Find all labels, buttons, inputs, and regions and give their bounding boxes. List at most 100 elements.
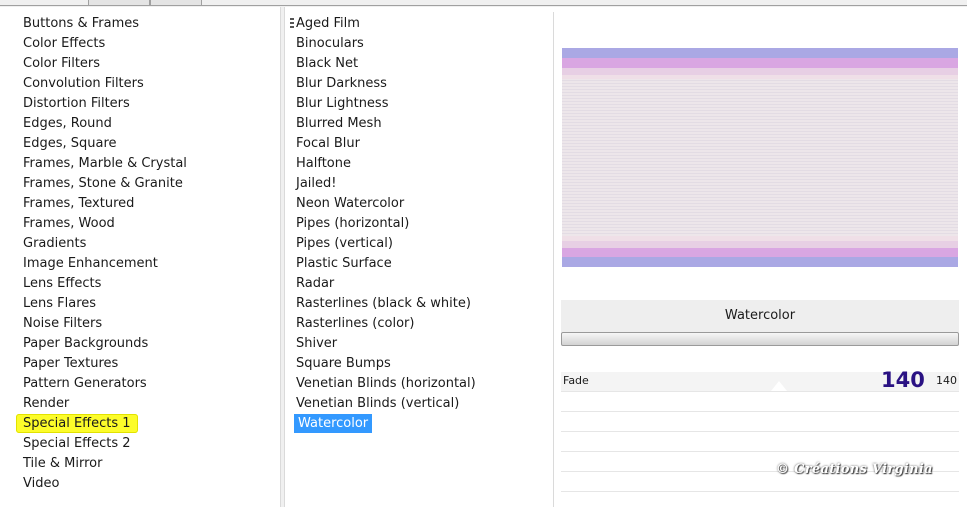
parameter-value: 140: [881, 368, 925, 392]
category-item-label: Frames, Marble & Crystal: [23, 156, 187, 171]
category-item-label: Special Effects 2: [23, 436, 131, 451]
panel-divider: [553, 12, 554, 507]
category-item[interactable]: Special Effects 2: [23, 434, 189, 454]
effect-item[interactable]: Jailed!: [296, 174, 478, 194]
category-item[interactable]: Color Effects: [23, 34, 189, 54]
parameter-row-empty: [561, 432, 959, 452]
effect-item[interactable]: Blurred Mesh: [296, 114, 478, 134]
effect-item[interactable]: Pipes (vertical): [296, 234, 478, 254]
filter-slider-track[interactable]: [561, 332, 959, 346]
effect-item-label: Venetian Blinds (horizontal): [296, 376, 476, 391]
category-item[interactable]: Convolution Filters: [23, 74, 189, 94]
category-item-label: Noise Filters: [23, 316, 103, 331]
parameter-value-small: 140: [936, 374, 957, 387]
parameter-row-fade[interactable]: Fade 140 140: [561, 368, 959, 392]
category-item[interactable]: Frames, Stone & Granite: [23, 174, 189, 194]
effect-item[interactable]: Blur Lightness: [296, 94, 478, 114]
category-item-label: Convolution Filters: [23, 76, 144, 91]
slider-pointer-icon[interactable]: [771, 381, 787, 391]
category-item-label: Distortion Filters: [23, 96, 130, 111]
category-list: Buttons & Frames Color Effects Color Filte…: [16, 14, 189, 494]
category-item-label: Video: [23, 476, 60, 491]
category-item-label: Tile & Mirror: [23, 456, 103, 471]
category-item[interactable]: Frames, Textured: [23, 194, 189, 214]
effect-item[interactable]: Shiver: [296, 334, 478, 354]
category-item[interactable]: Gradients: [23, 234, 189, 254]
category-item[interactable]: Frames, Marble & Crystal: [23, 154, 189, 174]
effect-item[interactable]: Aged Film: [296, 14, 478, 34]
effect-item[interactable]: Rasterlines (color): [296, 314, 478, 334]
category-item[interactable]: Paper Textures: [23, 354, 189, 374]
category-item[interactable]: Tile & Mirror: [23, 454, 189, 474]
category-item[interactable]: Lens Flares: [23, 294, 189, 314]
filter-title-bar: Watercolor: [561, 300, 959, 332]
effect-item[interactable]: Radar: [296, 274, 478, 294]
effect-preview: [562, 48, 958, 267]
category-item-label: Frames, Wood: [23, 216, 115, 231]
effect-item[interactable]: Binoculars: [296, 34, 478, 54]
effect-item-label: Halftone: [296, 156, 351, 171]
effect-item[interactable]: Rasterlines (black & white): [296, 294, 478, 314]
effect-item[interactable]: Venetian Blinds (horizontal): [296, 374, 478, 394]
effect-item-label: Focal Blur: [296, 136, 360, 151]
category-item[interactable]: Render: [23, 394, 189, 414]
effect-list: Aged Film Binoculars Black Net Blur Darknes…: [294, 14, 478, 434]
category-item-label: Frames, Stone & Granite: [23, 176, 183, 191]
category-item[interactable]: Video: [23, 474, 189, 494]
scroll-grip-icon[interactable]: [290, 18, 294, 30]
category-item-label: Image Enhancement: [23, 256, 158, 271]
watermark: © Créations Virginia: [776, 462, 933, 477]
category-item[interactable]: Lens Effects: [23, 274, 189, 294]
effect-item[interactable]: Neon Watercolor: [296, 194, 478, 214]
category-item[interactable]: Special Effects 1: [16, 414, 189, 434]
tab-strip: [0, 0, 967, 7]
effect-item-label: Neon Watercolor: [296, 196, 405, 211]
tab-divider: [0, 5, 967, 6]
category-item-label: Buttons & Frames: [23, 16, 139, 31]
category-item-label: Lens Effects: [23, 276, 102, 291]
category-item[interactable]: Pattern Generators: [23, 374, 189, 394]
category-item-label: Pattern Generators: [23, 376, 147, 391]
category-item[interactable]: Frames, Wood: [23, 214, 189, 234]
effect-item[interactable]: Pipes (horizontal): [296, 214, 478, 234]
effect-item-label: Jailed!: [296, 176, 337, 191]
category-item[interactable]: Noise Filters: [23, 314, 189, 334]
category-item[interactable]: Distortion Filters: [23, 94, 189, 114]
category-item[interactable]: Image Enhancement: [23, 254, 189, 274]
effect-item-label: Plastic Surface: [296, 256, 392, 271]
category-item-label: Paper Textures: [23, 356, 119, 371]
effect-item[interactable]: Plastic Surface: [296, 254, 478, 274]
effect-item-label: Shiver: [296, 336, 338, 351]
parameter-name: Fade: [563, 374, 589, 387]
effect-item-label: Watercolor: [294, 414, 373, 433]
effect-item[interactable]: Venetian Blinds (vertical): [296, 394, 478, 414]
effect-item-label: Blur Lightness: [296, 96, 389, 111]
effect-item[interactable]: Focal Blur: [296, 134, 478, 154]
category-item[interactable]: Edges, Round: [23, 114, 189, 134]
effect-item[interactable]: Blur Darkness: [296, 74, 478, 94]
category-item[interactable]: Color Filters: [23, 54, 189, 74]
category-item-label: Color Filters: [23, 56, 101, 71]
effect-item-label: Binoculars: [296, 36, 364, 51]
effect-item[interactable]: Watercolor: [294, 414, 478, 434]
preview-image: [562, 48, 958, 267]
category-list-panel: Buttons & Frames Color Effects Color Filte…: [0, 7, 280, 507]
category-item-label: Render: [23, 396, 70, 411]
effect-item[interactable]: Halftone: [296, 154, 478, 174]
effect-item[interactable]: Square Bumps: [296, 354, 478, 374]
effect-item-label: Radar: [296, 276, 335, 291]
category-item-label: Edges, Round: [23, 116, 112, 131]
effect-list-panel: Aged Film Binoculars Black Net Blur Darknes…: [285, 7, 553, 507]
category-item-label: Gradients: [23, 236, 87, 251]
category-item-label: Frames, Textured: [23, 196, 135, 211]
category-item[interactable]: Buttons & Frames: [23, 14, 189, 34]
category-item[interactable]: Paper Backgrounds: [23, 334, 189, 354]
parameter-row-empty: [561, 392, 959, 412]
category-item[interactable]: Edges, Square: [23, 134, 189, 154]
filter-title: Watercolor: [724, 308, 796, 323]
effect-item[interactable]: Black Net: [296, 54, 478, 74]
effect-item-label: Venetian Blinds (vertical): [296, 396, 460, 411]
effect-item-label: Rasterlines (black & white): [296, 296, 471, 311]
category-item-label: Color Effects: [23, 36, 106, 51]
category-item-label: Lens Flares: [23, 296, 97, 311]
